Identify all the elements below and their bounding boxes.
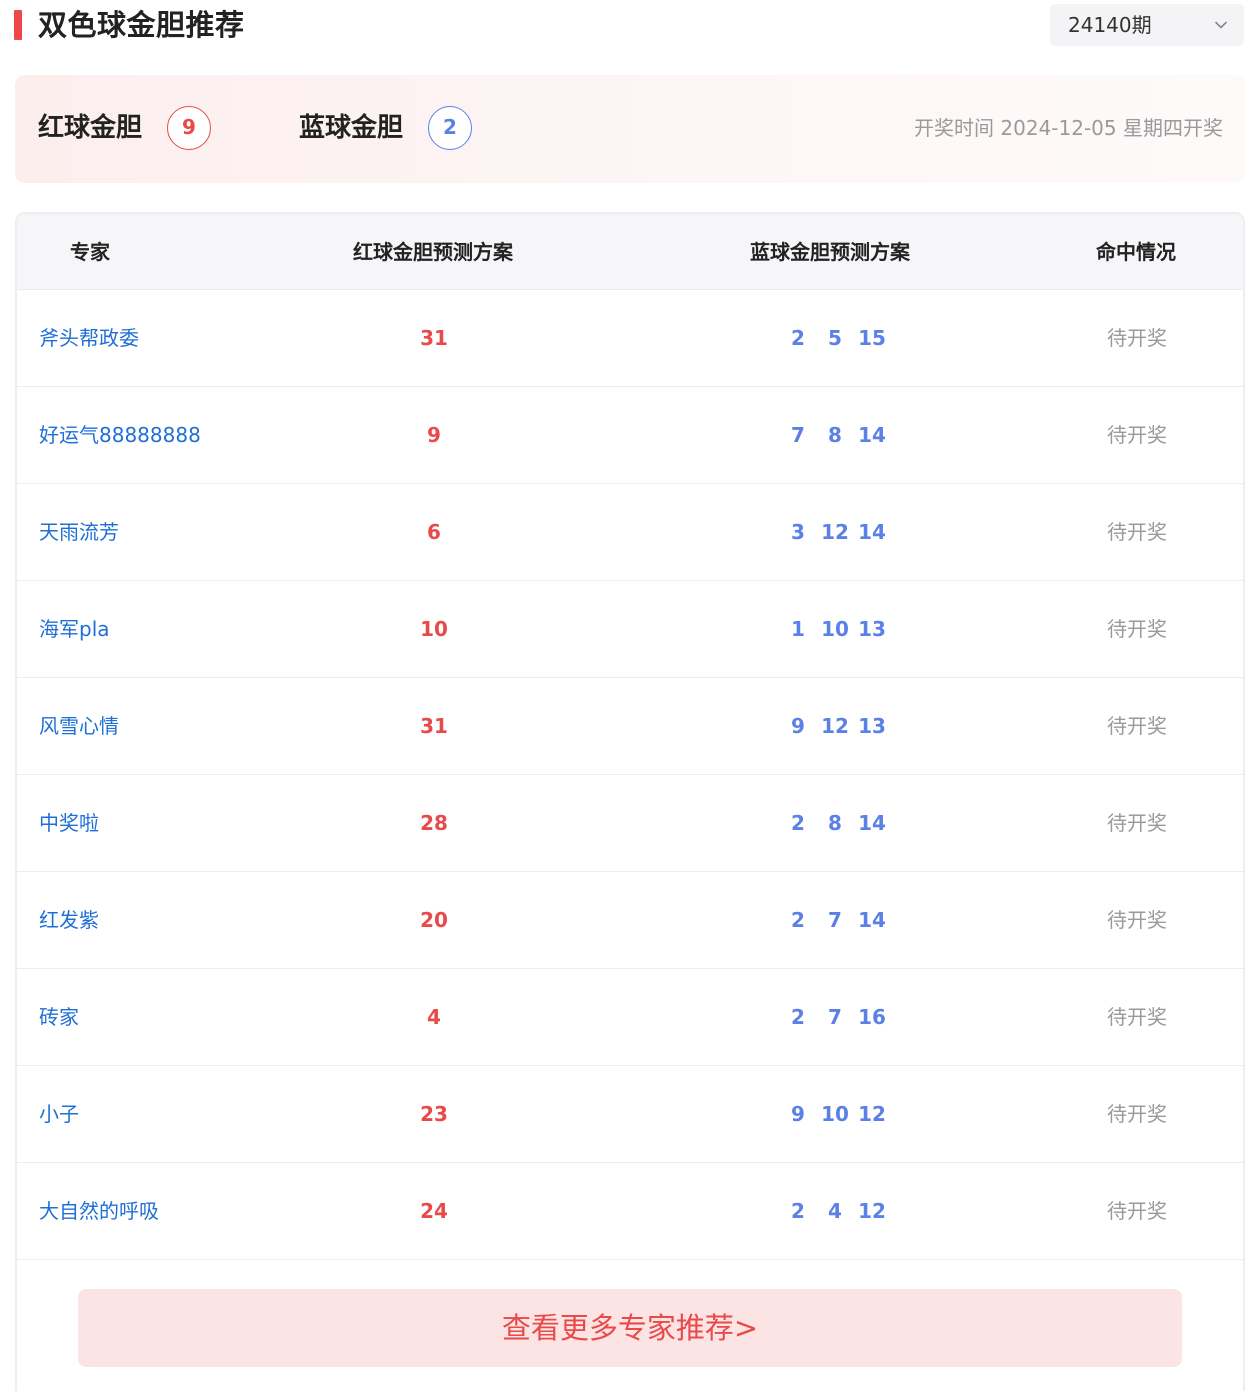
expert-table: 专家 红球金胆预测方案 蓝球金胆预测方案 命中情况 斧头帮政委 31 2 5 15 待开奖… xyxy=(15,212,1245,1391)
red-prediction: 31 xyxy=(420,714,448,738)
blue-number: 14 xyxy=(858,423,886,447)
blue-number: 15 xyxy=(858,326,886,350)
blue-number: 2 xyxy=(791,908,805,932)
blue-number: 3 xyxy=(791,520,805,544)
title-marker-icon xyxy=(14,10,22,40)
expert-name-link[interactable]: 大自然的呼吸 xyxy=(39,1163,159,1259)
hit-status: 待开奖 xyxy=(1107,714,1167,738)
blue-number: 16 xyxy=(858,1005,886,1029)
red-prediction: 4 xyxy=(427,1005,441,1029)
expert-name-link[interactable]: 砖家 xyxy=(39,969,79,1065)
red-prediction: 24 xyxy=(420,1199,448,1223)
blue-number: 2 xyxy=(791,1005,805,1029)
blue-number: 10 xyxy=(821,617,849,641)
view-more-experts-button[interactable]: 查看更多专家推荐> xyxy=(78,1289,1182,1367)
blue-number: 7 xyxy=(828,1005,842,1029)
red-prediction: 31 xyxy=(420,326,448,350)
expert-name-link[interactable]: 小子 xyxy=(39,1066,79,1162)
expert-name-link[interactable]: 风雪心情 xyxy=(39,678,119,774)
blue-number: 1 xyxy=(791,617,805,641)
issue-select[interactable]: 24140期 xyxy=(1050,4,1244,46)
column-header-blue: 蓝球金胆预测方案 xyxy=(750,240,910,264)
red-prediction: 9 xyxy=(427,423,441,447)
table-row: 好运气88888888 9 7 8 14 待开奖 xyxy=(17,387,1243,484)
red-ball-label: 红球金胆 xyxy=(38,113,143,143)
blue-number: 7 xyxy=(791,423,805,447)
table-header: 专家 红球金胆预测方案 蓝球金胆预测方案 命中情况 xyxy=(17,214,1243,290)
blue-number: 9 xyxy=(791,714,805,738)
draw-time: 开奖时间 2024-12-05 星期四开奖 xyxy=(914,116,1223,140)
red-prediction: 23 xyxy=(420,1102,448,1126)
red-prediction: 28 xyxy=(420,811,448,835)
expert-name-link[interactable]: 海军pla xyxy=(39,581,110,677)
blue-number: 10 xyxy=(821,1102,849,1126)
blue-number: 8 xyxy=(828,811,842,835)
blue-number: 2 xyxy=(791,1199,805,1223)
expert-name-link[interactable]: 天雨流芳 xyxy=(39,484,119,580)
hit-status: 待开奖 xyxy=(1107,1005,1167,1029)
blue-number: 5 xyxy=(828,326,842,350)
table-row: 斧头帮政委 31 2 5 15 待开奖 xyxy=(17,290,1243,387)
blue-number: 2 xyxy=(791,811,805,835)
page-title: 双色球金胆推荐 xyxy=(38,8,245,42)
table-row: 风雪心情 31 9 12 13 待开奖 xyxy=(17,678,1243,775)
hit-status: 待开奖 xyxy=(1107,1199,1167,1223)
blue-number: 12 xyxy=(858,1199,886,1223)
red-prediction: 20 xyxy=(420,908,448,932)
hit-status: 待开奖 xyxy=(1107,617,1167,641)
table-row: 天雨流芳 6 3 12 14 待开奖 xyxy=(17,484,1243,581)
blue-number: 4 xyxy=(828,1199,842,1223)
issue-select-value: 24140期 xyxy=(1068,13,1152,37)
chevron-down-icon xyxy=(1215,21,1227,29)
table-row: 大自然的呼吸 24 2 4 12 待开奖 xyxy=(17,1163,1243,1260)
blue-ball-value: 2 xyxy=(428,106,472,150)
table-row: 砖家 4 2 7 16 待开奖 xyxy=(17,969,1243,1066)
blue-number: 12 xyxy=(858,1102,886,1126)
table-row: 中奖啦 28 2 8 14 待开奖 xyxy=(17,775,1243,872)
blue-number: 9 xyxy=(791,1102,805,1126)
red-prediction: 6 xyxy=(427,520,441,544)
blue-number: 2 xyxy=(791,326,805,350)
hit-status: 待开奖 xyxy=(1107,908,1167,932)
blue-number: 13 xyxy=(858,714,886,738)
hit-status: 待开奖 xyxy=(1107,811,1167,835)
table-row: 红发紫 20 2 7 14 待开奖 xyxy=(17,872,1243,969)
gold-ball-summary: 红球金胆 9 蓝球金胆 2 开奖时间 2024-12-05 星期四开奖 xyxy=(15,75,1245,183)
hit-status: 待开奖 xyxy=(1107,326,1167,350)
table-body: 斧头帮政委 31 2 5 15 待开奖 好运气88888888 9 7 8 14 待开奖 天雨流芳 6 3 1… xyxy=(17,290,1243,1260)
hit-status: 待开奖 xyxy=(1107,423,1167,447)
column-header-status: 命中情况 xyxy=(1096,240,1176,264)
table-row: 海军pla 10 1 10 13 待开奖 xyxy=(17,581,1243,678)
expert-name-link[interactable]: 红发紫 xyxy=(39,872,99,968)
table-row: 小子 23 9 10 12 待开奖 xyxy=(17,1066,1243,1163)
blue-number: 7 xyxy=(828,908,842,932)
expert-name-link[interactable]: 好运气88888888 xyxy=(39,387,201,483)
column-header-red: 红球金胆预测方案 xyxy=(353,240,513,264)
page-header: 双色球金胆推荐 24140期 xyxy=(0,0,1252,52)
blue-number: 12 xyxy=(821,520,849,544)
blue-number: 14 xyxy=(858,520,886,544)
blue-number: 13 xyxy=(858,617,886,641)
hit-status: 待开奖 xyxy=(1107,520,1167,544)
expert-name-link[interactable]: 中奖啦 xyxy=(39,775,99,871)
blue-number: 14 xyxy=(858,811,886,835)
expert-name-link[interactable]: 斧头帮政委 xyxy=(39,290,139,386)
hit-status: 待开奖 xyxy=(1107,1102,1167,1126)
blue-number: 12 xyxy=(821,714,849,738)
blue-ball-label: 蓝球金胆 xyxy=(299,113,404,143)
blue-number: 14 xyxy=(858,908,886,932)
red-ball-value: 9 xyxy=(167,106,211,150)
column-header-expert: 专家 xyxy=(70,240,110,264)
blue-number: 8 xyxy=(828,423,842,447)
red-prediction: 10 xyxy=(420,617,448,641)
